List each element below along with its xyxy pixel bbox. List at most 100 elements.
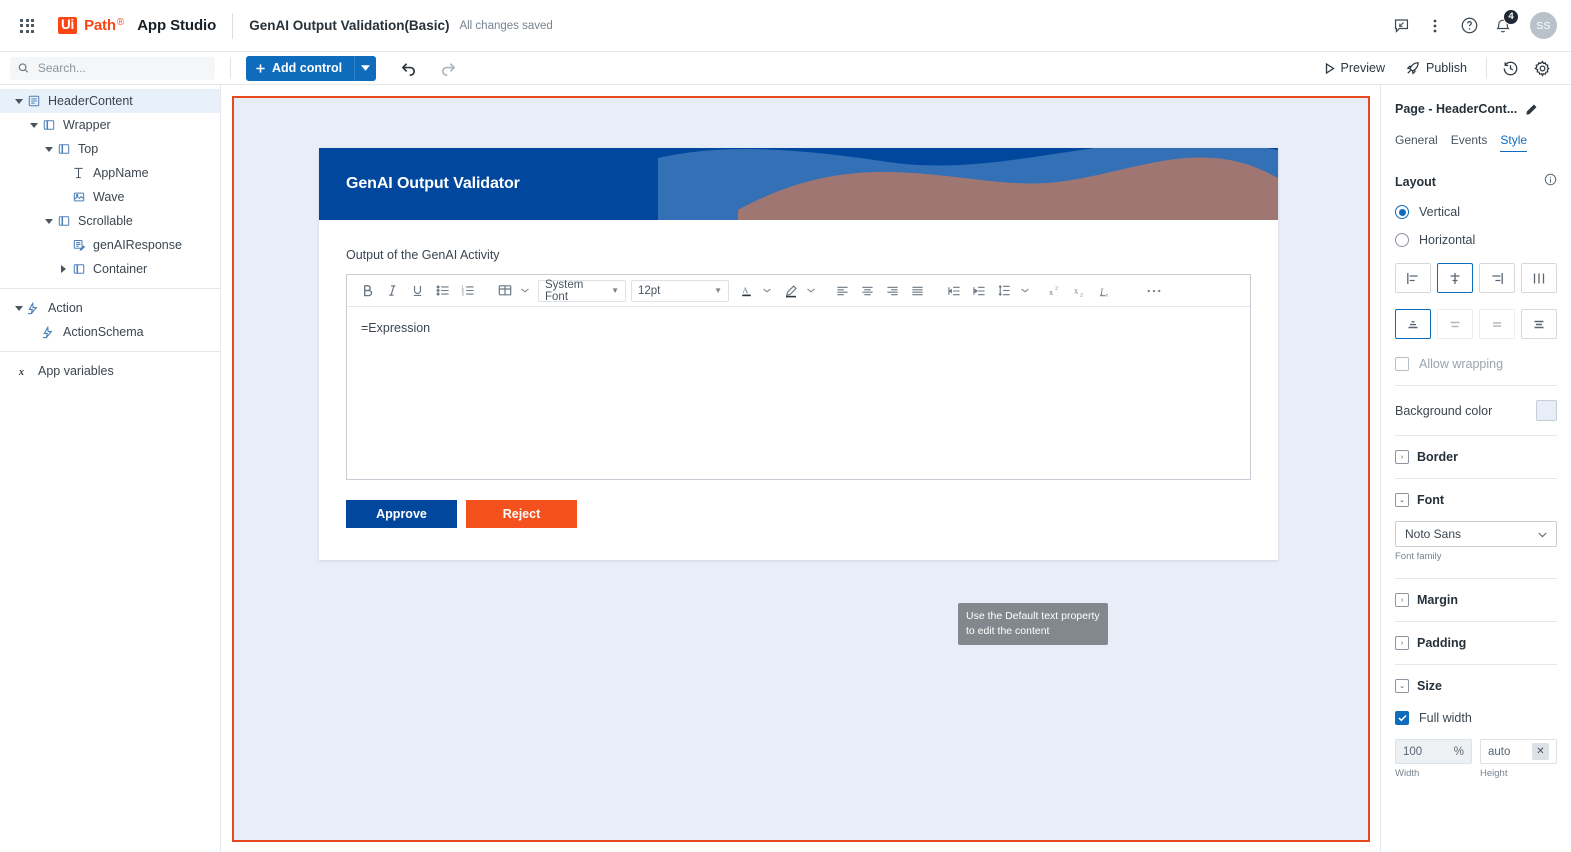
- line-height-icon[interactable]: [992, 279, 1017, 303]
- highlight-color-icon[interactable]: [778, 279, 803, 303]
- clear-format-icon[interactable]: Ix: [1094, 279, 1119, 303]
- width-value: 100: [1403, 745, 1423, 758]
- size-label: Size: [1417, 679, 1443, 693]
- align-center-icon[interactable]: [855, 279, 880, 303]
- bold-icon[interactable]: [355, 279, 380, 303]
- help-circle-icon[interactable]: [1454, 11, 1484, 41]
- justify-start-icon[interactable]: [1395, 309, 1431, 339]
- rich-text-editor[interactable]: 123 System Font ▼ 12pt ▼ A x 2 x 2 I x =…: [346, 274, 1251, 480]
- justify-center-icon[interactable]: [1437, 309, 1473, 339]
- chevron-down-icon: [361, 65, 371, 71]
- highlight-dropdown-icon[interactable]: [803, 279, 818, 303]
- font-family-select[interactable]: System Font ▼: [538, 278, 626, 303]
- layout-horizontal-radio[interactable]: Horizontal: [1395, 233, 1557, 247]
- bullet-list-icon[interactable]: [430, 279, 455, 303]
- chevron-right-icon[interactable]: [57, 265, 70, 273]
- font-size-select[interactable]: 12pt ▼: [631, 279, 729, 302]
- avatar[interactable]: SS: [1530, 12, 1557, 39]
- border-section[interactable]: › Border: [1395, 450, 1557, 464]
- full-width-checkbox[interactable]: Full width: [1395, 711, 1557, 725]
- tab-events[interactable]: Events: [1451, 133, 1488, 152]
- justify-between-icon[interactable]: [1521, 309, 1557, 339]
- subscript-icon[interactable]: x2: [1069, 279, 1094, 303]
- superscript-icon[interactable]: x2: [1044, 279, 1069, 303]
- chevron-down-icon[interactable]: [27, 122, 40, 128]
- align-start-icon[interactable]: [1395, 263, 1431, 293]
- indent-icon[interactable]: [967, 279, 992, 303]
- font-color-dropdown-icon[interactable]: [759, 279, 774, 303]
- padding-section[interactable]: › Padding: [1395, 636, 1557, 650]
- line-height-dropdown-icon[interactable]: [1017, 279, 1032, 303]
- more-horizontal-icon[interactable]: [1141, 279, 1166, 303]
- justify-end-icon[interactable]: [1479, 309, 1515, 339]
- preview-button[interactable]: Preview: [1316, 57, 1394, 79]
- redo-icon[interactable]: [433, 54, 463, 82]
- publish-button[interactable]: Publish: [1396, 57, 1476, 80]
- align-right-icon[interactable]: [880, 279, 905, 303]
- tab-style[interactable]: Style: [1500, 133, 1528, 152]
- tab-general[interactable]: General: [1395, 133, 1438, 152]
- font-family-select[interactable]: Noto Sans: [1395, 521, 1557, 547]
- search-input[interactable]: [35, 60, 207, 76]
- tree-node-action[interactable]: Action: [0, 296, 220, 320]
- width-input[interactable]: 100 %: [1395, 739, 1472, 764]
- size-section[interactable]: ⌄ Size: [1395, 679, 1557, 693]
- project-name[interactable]: GenAI Output Validation(Basic): [249, 18, 449, 33]
- tree-node-headercontent[interactable]: HeaderContent: [0, 89, 220, 113]
- close-icon[interactable]: ✕: [1532, 743, 1549, 760]
- add-control-button[interactable]: Add control: [246, 55, 355, 81]
- reject-button[interactable]: Reject: [466, 500, 577, 528]
- tree-node-wave[interactable]: Wave: [0, 185, 220, 209]
- margin-section[interactable]: › Margin: [1395, 593, 1557, 607]
- more-vertical-icon[interactable]: [1420, 11, 1450, 41]
- layout-vertical-radio[interactable]: Vertical: [1395, 205, 1557, 219]
- add-control-dropdown-button[interactable]: [354, 55, 377, 81]
- font-color-icon[interactable]: A: [734, 279, 759, 303]
- align-justify-icon[interactable]: [905, 279, 930, 303]
- tree-node-scrollable[interactable]: Scrollable: [0, 209, 220, 233]
- align-stretch-icon[interactable]: [1521, 263, 1557, 293]
- history-icon[interactable]: [1495, 54, 1525, 82]
- table-icon[interactable]: [492, 279, 517, 303]
- table-dropdown-icon[interactable]: [517, 279, 532, 303]
- app-preview-body: Output of the GenAI Activity 123 System …: [319, 220, 1278, 560]
- divider: [0, 288, 220, 289]
- page-canvas[interactable]: GenAI Output Validator Output of the Gen…: [232, 96, 1370, 842]
- chevron-down-icon[interactable]: [12, 305, 25, 311]
- rich-text-content[interactable]: =Expression: [347, 307, 1250, 479]
- chevron-down-icon[interactable]: [12, 98, 25, 104]
- tree-node-top[interactable]: Top: [0, 137, 220, 161]
- undo-icon[interactable]: [393, 54, 423, 82]
- info-icon[interactable]: [1544, 173, 1557, 191]
- tree-node-app-variables[interactable]: x App variables: [0, 359, 220, 383]
- italic-icon[interactable]: [380, 279, 405, 303]
- brand-logo[interactable]: Ui Path® App Studio: [58, 17, 216, 35]
- approve-button[interactable]: Approve: [346, 500, 457, 528]
- pencil-icon[interactable]: [1525, 103, 1538, 116]
- apps-grid-icon[interactable]: [10, 9, 44, 43]
- bell-icon[interactable]: 4: [1488, 8, 1519, 41]
- richtext-icon: [70, 239, 87, 251]
- align-end-icon[interactable]: [1479, 263, 1515, 293]
- allow-wrapping-checkbox[interactable]: Allow wrapping: [1395, 357, 1557, 371]
- outdent-icon[interactable]: [942, 279, 967, 303]
- tree-node-wrapper[interactable]: Wrapper: [0, 113, 220, 137]
- height-input[interactable]: auto ✕: [1480, 739, 1557, 764]
- underline-icon[interactable]: [405, 279, 430, 303]
- feedback-icon[interactable]: [1386, 11, 1416, 41]
- tree-node-appname[interactable]: AppName: [0, 161, 220, 185]
- background-color-swatch[interactable]: [1536, 400, 1557, 421]
- font-section[interactable]: ⌄ Font: [1395, 493, 1557, 507]
- tree-node-genairesponse[interactable]: genAIResponse: [0, 233, 220, 257]
- chevron-down-icon[interactable]: [42, 218, 55, 224]
- gear-icon[interactable]: [1527, 54, 1557, 82]
- align-center-icon[interactable]: [1437, 263, 1473, 293]
- tree-node-actionschema[interactable]: ActionSchema: [0, 320, 220, 344]
- search-box[interactable]: [10, 56, 215, 80]
- chevron-down-icon[interactable]: [42, 146, 55, 152]
- font-family-value: System Font: [545, 278, 584, 303]
- divider: [1486, 57, 1487, 79]
- numbered-list-icon[interactable]: 123: [455, 279, 480, 303]
- align-left-icon[interactable]: [830, 279, 855, 303]
- tree-node-container[interactable]: Container: [0, 257, 220, 281]
